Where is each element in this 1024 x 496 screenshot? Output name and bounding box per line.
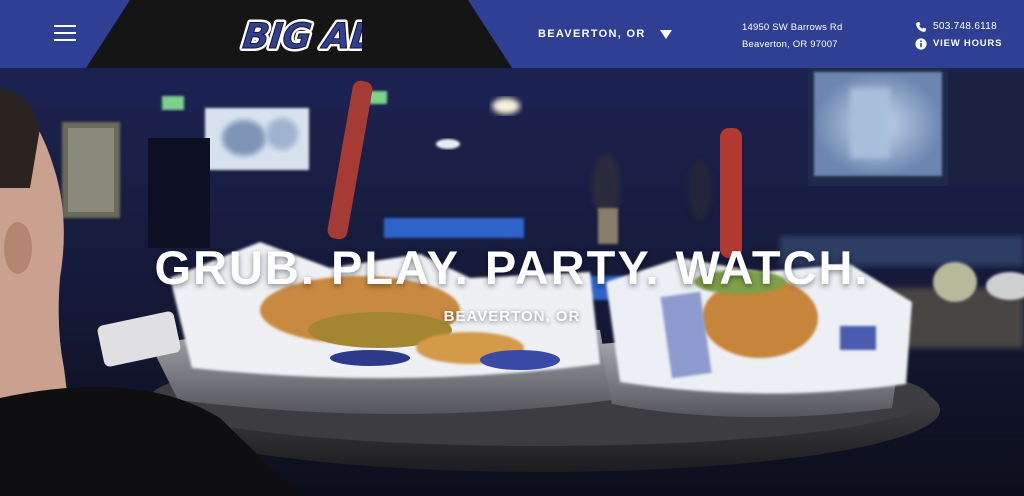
hero-section: GRUB. PLAY. PARTY. WATCH. BEAVERTON, OR [0, 68, 1024, 496]
hero-subheadline: BEAVERTON, OR [443, 308, 581, 325]
contact-block: 503.748.6118 VIEW HOURS [915, 18, 1002, 52]
chevron-down-icon [659, 29, 672, 39]
logo-panel [86, 0, 512, 68]
address-line-1: 14950 SW Barrows Rd [742, 22, 843, 33]
big-als-logo[interactable]: BIG AL'S BIG AL'S [232, 8, 362, 62]
phone-link[interactable]: 503.748.6118 [915, 18, 1002, 35]
site-header: BIG AL'S BIG AL'S BEAVERTON, OR 14950 SW… [0, 0, 1024, 68]
address-line-2: Beaverton, OR 97007 [742, 39, 838, 50]
svg-text:BIG AL'S: BIG AL'S [241, 16, 362, 57]
phone-icon [916, 21, 926, 32]
address-block: 14950 SW Barrows Rd Beaverton, OR 97007 [742, 19, 842, 53]
location-label: BEAVERTON, OR [538, 28, 646, 40]
hamburger-menu-icon[interactable] [54, 24, 78, 41]
info-icon [915, 37, 927, 50]
phone-number: 503.748.6118 [933, 21, 998, 32]
hero-headline: GRUB. PLAY. PARTY. WATCH. [154, 241, 870, 294]
view-hours-link[interactable]: VIEW HOURS [915, 35, 1002, 52]
location-dropdown[interactable]: BEAVERTON, OR [538, 24, 672, 44]
view-hours-label: VIEW HOURS [933, 38, 1003, 49]
